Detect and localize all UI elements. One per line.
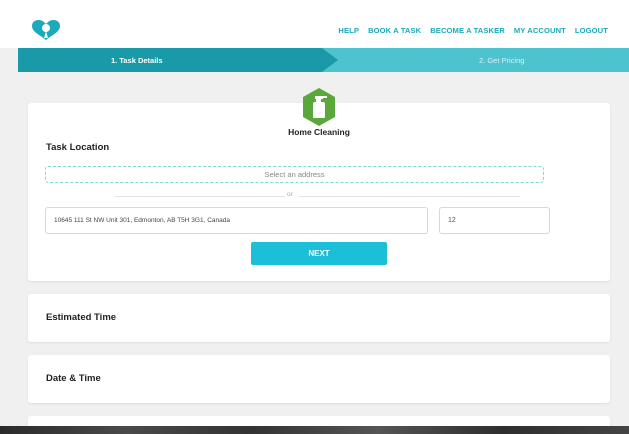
or-divider-text: or — [287, 191, 293, 198]
step-task-details: 1. Task Details — [111, 56, 163, 65]
progress-steps: 1. Task Details 2. Get Pricing — [18, 48, 629, 72]
unit-number-input[interactable]: 12 — [439, 207, 550, 234]
nav-become-tasker-link[interactable]: BECOME A TASKER — [430, 26, 505, 35]
or-divider-right — [299, 196, 520, 197]
nav-my-account-link[interactable]: MY ACCOUNT — [514, 26, 566, 35]
progress-steps-background — [18, 48, 629, 72]
service-name: Home Cleaning — [288, 127, 350, 137]
bottom-background-strip — [0, 426, 629, 434]
date-time-card[interactable]: Date & Time — [28, 355, 610, 403]
main-nav: HELP BOOK A TASK BECOME A TASKER MY ACCO… — [338, 26, 608, 35]
nav-logout-link[interactable]: LOGOUT — [575, 26, 608, 35]
or-divider-left — [115, 196, 285, 197]
next-button[interactable]: NEXT — [251, 242, 387, 265]
top-header: HELP BOOK A TASK BECOME A TASKER MY ACCO… — [0, 0, 629, 48]
spray-bottle-icon — [303, 88, 335, 126]
select-address-dropdown[interactable]: Select an address — [45, 166, 544, 183]
date-time-title: Date & Time — [46, 373, 101, 384]
nav-help-link[interactable]: HELP — [338, 26, 359, 35]
step-get-pricing: 2. Get Pricing — [479, 56, 525, 65]
estimated-time-card[interactable]: Estimated Time — [28, 294, 610, 342]
nav-book-task-link[interactable]: BOOK A TASK — [368, 26, 421, 35]
task-location-title: Task Location — [46, 142, 110, 153]
estimated-time-title: Estimated Time — [46, 312, 117, 323]
brand-logo-icon[interactable] — [30, 19, 62, 41]
address-input[interactable]: 10645 111 St NW Unit 301, Edmonton, AB T… — [45, 207, 428, 234]
task-location-card: Home Cleaning Task Location Select an ad… — [28, 88, 610, 281]
